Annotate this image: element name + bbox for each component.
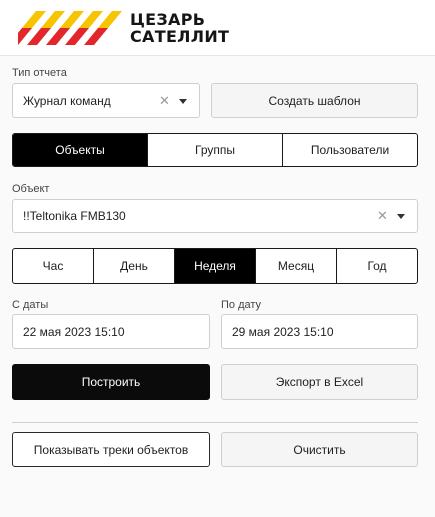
logo-stripe-red xyxy=(46,28,70,45)
logo-stripe-yellow xyxy=(41,11,65,28)
object-label: Объект xyxy=(12,183,50,195)
date-from-label: С даты xyxy=(12,299,49,311)
tab-day-label: День xyxy=(120,259,148,273)
date-from-input[interactable]: 22 мая 2023 15:10 xyxy=(12,314,210,349)
logo-stripe-red xyxy=(65,28,89,45)
date-to-label: По дату xyxy=(221,299,262,311)
close-icon[interactable]: ✕ xyxy=(159,93,170,109)
logo-stripe-yellow xyxy=(98,11,122,28)
object-select[interactable]: !!Teltonika FMB130 ✕ xyxy=(12,199,418,233)
tab-year[interactable]: Год xyxy=(336,249,417,283)
object-value: !!Teltonika FMB130 xyxy=(23,209,126,223)
logo-stripe-yellow xyxy=(60,11,84,28)
tab-week[interactable]: Неделя xyxy=(174,249,255,283)
logo-stripe-yellow xyxy=(79,11,103,28)
tab-month[interactable]: Месяц xyxy=(255,249,336,283)
export-excel-button[interactable]: Экспорт в Excel xyxy=(221,364,418,400)
logo-text: ЦЕЗАРЬ САТЕЛЛИТ xyxy=(130,11,229,45)
logo-stripe-yellow xyxy=(22,11,46,28)
tab-day[interactable]: День xyxy=(93,249,174,283)
chevron-down-icon[interactable] xyxy=(397,214,405,219)
build-button[interactable]: Построить xyxy=(12,364,210,400)
tab-users-label: Пользователи xyxy=(310,143,390,157)
show-tracks-button[interactable]: Показывать треки объектов xyxy=(12,432,210,467)
tab-month-label: Месяц xyxy=(277,259,315,273)
close-icon[interactable]: ✕ xyxy=(377,208,388,224)
tab-hour[interactable]: Час xyxy=(13,249,93,283)
create-template-button[interactable]: Создать шаблон xyxy=(211,83,418,118)
logo-stripes-icon xyxy=(18,11,122,45)
entity-tabs: Объекты Группы Пользователи xyxy=(12,133,418,167)
clear-button[interactable]: Очистить xyxy=(221,432,418,467)
divider xyxy=(12,422,418,423)
chevron-down-icon[interactable] xyxy=(179,98,187,104)
tab-objects-label: Объекты xyxy=(55,143,105,157)
tab-year-label: Год xyxy=(367,259,387,273)
logo-line-1: ЦЕЗАРЬ xyxy=(130,10,206,29)
tab-users[interactable]: Пользователи xyxy=(282,134,417,166)
tab-groups[interactable]: Группы xyxy=(147,134,282,166)
date-from-value: 22 мая 2023 15:10 xyxy=(23,324,125,339)
period-tabs: Час День Неделя Месяц Год xyxy=(12,248,418,284)
logo-line-2: САТЕЛЛИТ xyxy=(130,27,230,46)
date-to-input[interactable]: 29 мая 2023 15:10 xyxy=(221,314,418,349)
date-to-value: 29 мая 2023 15:10 xyxy=(232,324,334,339)
tab-objects[interactable]: Объекты xyxy=(13,134,147,166)
tab-week-label: Неделя xyxy=(194,259,236,273)
report-type-label: Тип отчета xyxy=(12,67,67,79)
logo-stripe-red xyxy=(27,28,51,45)
app-header: ЦЕЗАРЬ САТЕЛЛИТ xyxy=(0,0,435,56)
tab-groups-label: Группы xyxy=(195,143,235,157)
logo-stripe-red xyxy=(84,28,108,45)
tab-hour-label: Час xyxy=(42,259,64,273)
report-type-select[interactable]: Журнал команд ✕ xyxy=(12,83,200,118)
report-type-value: Журнал команд xyxy=(23,93,111,108)
